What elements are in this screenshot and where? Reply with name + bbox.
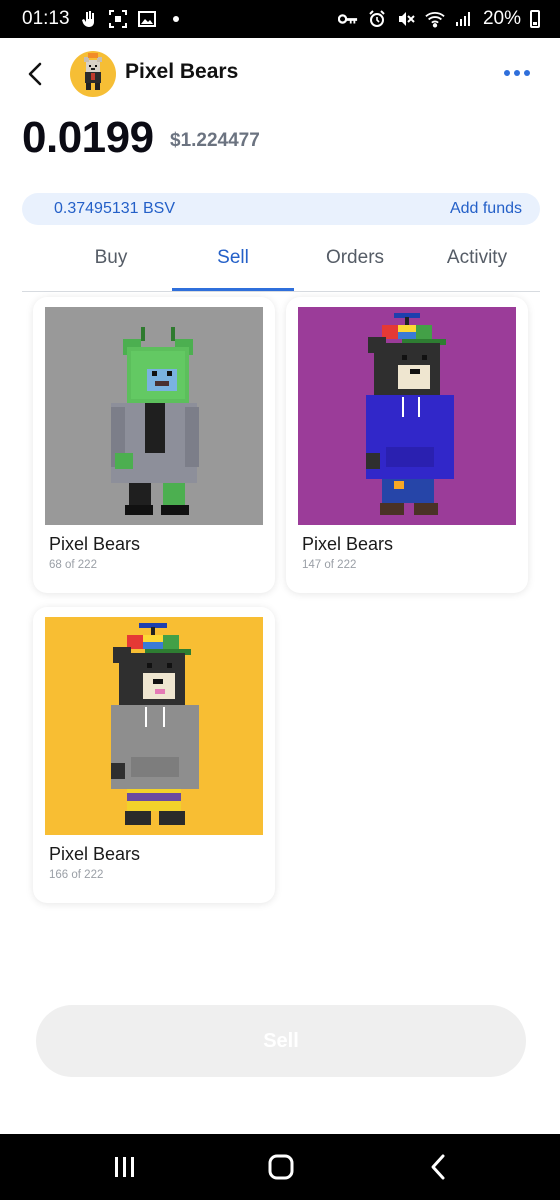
nft-edition: 68 of 222 [49, 559, 97, 571]
mute-icon [396, 9, 416, 29]
chevron-left-icon [28, 62, 42, 86]
hand-icon [79, 9, 99, 29]
status-left: 01:13 [22, 8, 186, 30]
more-dot-icon [524, 70, 530, 76]
battery-percent: 20% [482, 8, 521, 29]
more-dot-icon [504, 70, 510, 76]
page-title: Pixel Bears [125, 60, 239, 83]
price-usd: $1.224477 [170, 130, 260, 151]
system-back-button[interactable] [424, 1152, 454, 1182]
nft-edition: 166 of 222 [49, 869, 104, 881]
tab-bar: Buy Sell Orders Activity [22, 232, 540, 292]
pixel-bear-avatar-icon [84, 53, 102, 90]
alarm-icon [367, 9, 387, 29]
battery-icon [530, 10, 540, 28]
tab-activity[interactable]: Activity [416, 232, 538, 291]
nft-card[interactable]: Pixel Bears 147 of 222 [286, 297, 528, 593]
nft-card[interactable]: Pixel Bears 68 of 222 [33, 297, 275, 593]
screenshot-icon [108, 9, 128, 29]
nft-title: Pixel Bears [49, 844, 141, 864]
tab-orders[interactable]: Orders [294, 232, 416, 291]
status-time: 01:13 [22, 8, 70, 29]
system-nav-bar [0, 1134, 560, 1200]
wallet-balance: 0.37495131 BSV [54, 200, 175, 217]
recents-button[interactable] [110, 1152, 140, 1182]
active-tab-indicator [172, 288, 294, 291]
balance-bar: 0.37495131 BSV Add funds [22, 193, 540, 225]
home-icon [268, 1154, 294, 1180]
dot-icon [166, 9, 186, 29]
more-options-button[interactable] [504, 66, 530, 80]
green-alien-bear-image [45, 307, 263, 525]
add-funds-link[interactable]: Add funds [450, 200, 522, 218]
status-right: 20% [337, 8, 540, 30]
nft-edition: 147 of 222 [302, 559, 357, 571]
nft-title: Pixel Bears [302, 534, 394, 554]
gallery-icon [137, 9, 157, 29]
nft-card[interactable]: Pixel Bears 166 of 222 [33, 607, 275, 903]
signal-icon [454, 9, 474, 29]
wifi-icon [425, 9, 445, 29]
home-button[interactable] [266, 1152, 296, 1182]
more-dot-icon [514, 70, 520, 76]
tab-buy[interactable]: Buy [50, 232, 172, 291]
sell-button[interactable]: Sell [36, 1005, 526, 1077]
key-icon [337, 9, 358, 29]
black-bear-blue-hoodie-image [298, 307, 516, 525]
recents-icon [115, 1157, 134, 1177]
app-header: Pixel Bears [0, 44, 560, 104]
tab-sell[interactable]: Sell [172, 232, 294, 291]
price-amount: 0.0199 [22, 113, 154, 162]
status-bar: 01:13 20% [0, 0, 560, 38]
black-bear-grey-hoodie-image [45, 617, 263, 835]
back-button[interactable] [22, 60, 50, 88]
back-icon [431, 1154, 445, 1180]
nft-title: Pixel Bears [49, 534, 141, 554]
collection-avatar [70, 51, 116, 97]
